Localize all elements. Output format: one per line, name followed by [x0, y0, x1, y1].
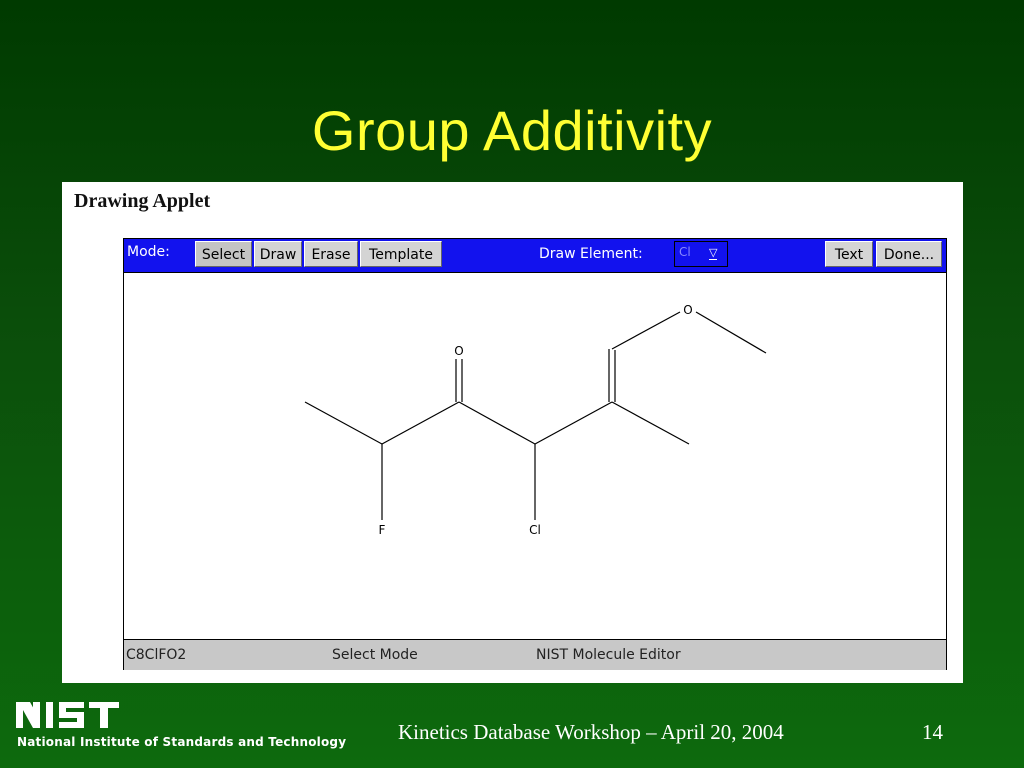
- bond-alkene-o: [611, 311, 681, 350]
- draw-element-select[interactable]: Cl ▽: [674, 241, 728, 267]
- mode-label: Mode:: [127, 244, 170, 260]
- status-bar: C8ClFO2 Select Mode NIST Molecule Editor: [124, 639, 946, 670]
- done-button[interactable]: Done...: [876, 241, 942, 267]
- erase-mode-button[interactable]: Erase: [304, 241, 358, 267]
- drawing-canvas[interactable]: O O F Cl: [124, 273, 946, 639]
- footer-text: Kinetics Database Workshop – April 20, 2…: [398, 720, 784, 744]
- status-formula: C8ClFO2: [126, 647, 187, 663]
- bond-methyl-left: [304, 401, 383, 445]
- bond-chf-carbonyl: [381, 401, 460, 445]
- slide-title: Group Additivity: [311, 99, 713, 162]
- nist-subtitle: National Institute of Standards and Tech…: [17, 735, 347, 749]
- bond-alkene-methyl: [611, 401, 690, 445]
- molecule-editor: Mode: Select Draw Erase Template Draw El…: [123, 238, 947, 670]
- atom-f: F: [379, 523, 386, 537]
- bond-o-methyl: [695, 311, 767, 354]
- bond-chcl-alkene: [534, 401, 613, 445]
- status-mode: Select Mode: [332, 647, 418, 663]
- applet-title: Drawing Applet: [74, 190, 211, 212]
- template-mode-button[interactable]: Template: [360, 241, 442, 267]
- select-mode-button[interactable]: Select: [195, 241, 252, 267]
- page-number: 14: [922, 720, 943, 744]
- nist-logo-icon: [16, 702, 119, 728]
- drawing-applet: Drawing Applet Mode: Select Draw Erase T…: [62, 182, 963, 683]
- text-button[interactable]: Text: [825, 241, 873, 267]
- bond-carbonyl-chcl: [458, 401, 536, 445]
- draw-element-label: Draw Element:: [539, 246, 643, 262]
- dropdown-arrow-icon: ▽: [709, 247, 718, 260]
- atom-o-ether: O: [683, 303, 692, 317]
- atom-cl: Cl: [529, 523, 541, 537]
- atom-o-carbonyl: O: [454, 344, 463, 358]
- status-app-name: NIST Molecule Editor: [536, 647, 681, 663]
- editor-toolbar: Mode: Select Draw Erase Template Draw El…: [124, 239, 946, 273]
- draw-mode-button[interactable]: Draw: [254, 241, 302, 267]
- draw-element-value: Cl: [679, 245, 691, 259]
- molecule-drawing: O O F Cl: [304, 303, 767, 537]
